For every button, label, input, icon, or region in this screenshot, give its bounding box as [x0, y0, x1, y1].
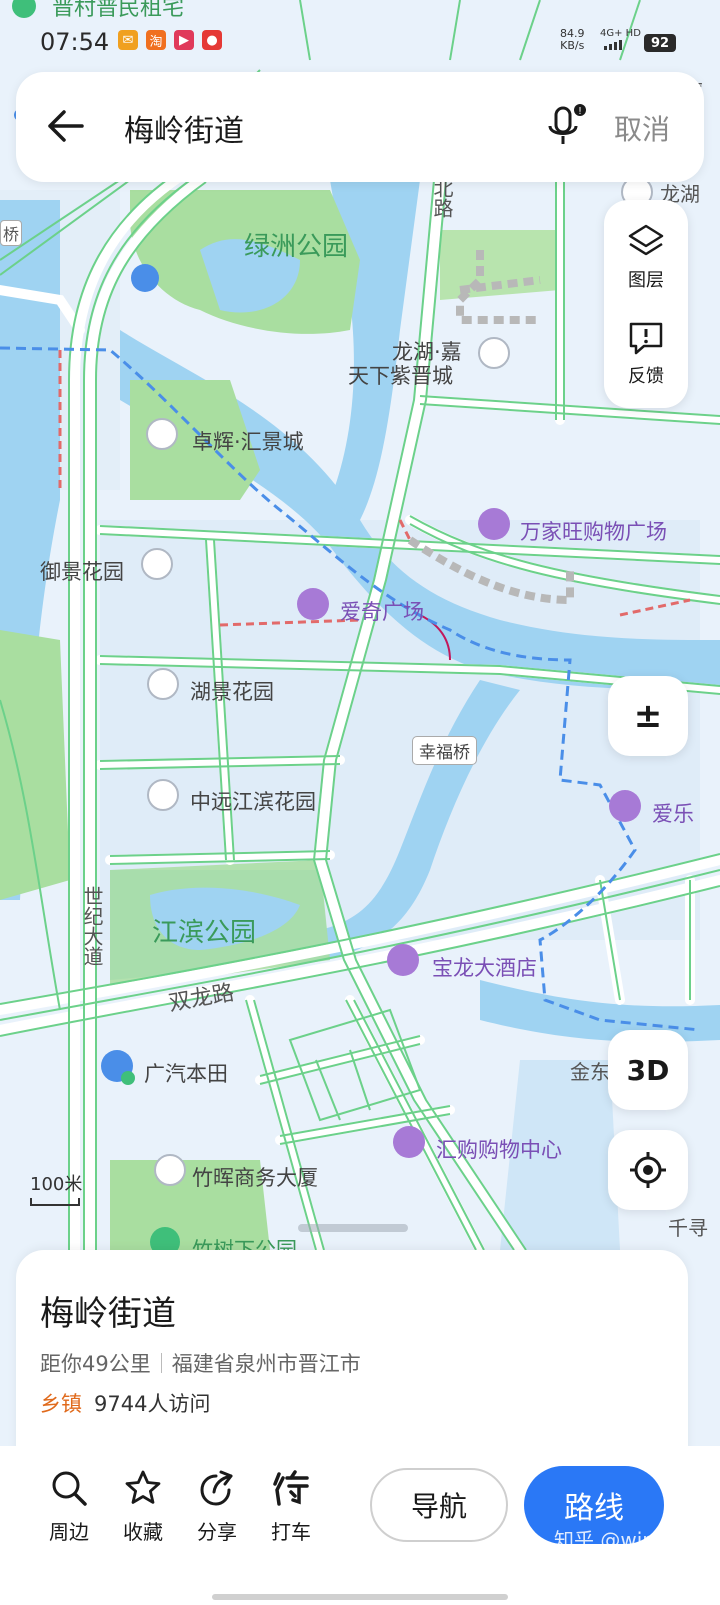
star-icon	[125, 1470, 161, 1504]
drag-handle[interactable]	[298, 1224, 408, 1232]
search-bar: 梅岭街道 ! 取消	[16, 72, 704, 182]
network-speed: 84.9 KB/s	[560, 27, 585, 52]
share-label: 分享	[197, 1520, 237, 1544]
feedback-label: 反馈	[628, 366, 664, 387]
back-arrow-icon[interactable]	[44, 104, 88, 148]
battery-icon: 92	[644, 34, 676, 52]
locate-button[interactable]	[608, 1130, 688, 1210]
status-time: 07:54	[40, 28, 110, 56]
map-scale: 100米	[30, 1170, 82, 1206]
view-3d-button[interactable]: 3D	[608, 1030, 688, 1110]
map-tools-panel: 图层 反馈	[604, 200, 688, 408]
locate-icon	[630, 1152, 666, 1188]
zoom-button[interactable]: ±	[608, 676, 688, 756]
cancel-button[interactable]: 取消	[614, 108, 670, 148]
status-app-icons: ✉ 淘 ▶ ●	[118, 30, 222, 50]
place-visits: 9744人访问	[94, 1392, 211, 1416]
poi-building-icons	[141, 176, 653, 1186]
layers-label: 图层	[628, 270, 664, 291]
zoom-icon: ±	[633, 696, 663, 736]
view-3d-label: 3D	[626, 1053, 670, 1087]
signal-bars-icon	[604, 40, 622, 50]
place-distance: 距你49公里	[40, 1352, 151, 1376]
taxi-button[interactable]: 打车	[256, 1468, 326, 1545]
app-notification-icon: ✉	[118, 30, 138, 50]
feedback-button[interactable]: 反馈	[604, 296, 688, 392]
video-app-icon: ▶	[174, 30, 194, 50]
search-query[interactable]: 梅岭街道	[124, 106, 244, 150]
pdd-app-icon: ●	[202, 30, 222, 50]
status-bar: 07:54 ✉ 淘 ▶ ● 84.9 KB/s 4G+ HD 92	[0, 0, 720, 70]
favorite-button[interactable]: 收藏	[108, 1468, 178, 1545]
meta-divider	[160, 1353, 162, 1373]
bottom-action-bar: 周边 收藏 分享 打车 导航 路线 知乎 @winter	[0, 1446, 720, 1605]
search-icon	[52, 1471, 87, 1506]
place-address: 福建省泉州市晋江市	[171, 1352, 361, 1376]
home-indicator[interactable]	[212, 1594, 508, 1600]
taxi-icon	[273, 1470, 309, 1506]
place-tags: 乡镇 9744人访问	[40, 1388, 210, 1418]
mic-icon[interactable]: !	[544, 102, 588, 152]
signal-type: 4G+ HD	[600, 28, 641, 39]
place-category: 乡镇	[40, 1392, 82, 1416]
nearby-button[interactable]: 周边	[34, 1468, 104, 1545]
svg-text:!: !	[578, 106, 582, 117]
share-button[interactable]: 分享	[182, 1468, 252, 1545]
layers-button[interactable]: 图层	[604, 200, 688, 296]
taxi-label: 打车	[271, 1520, 311, 1544]
place-card[interactable]: 梅岭街道 距你49公里 福建省泉州市晋江市 乡镇 9744人访问	[16, 1224, 688, 1460]
place-meta: 距你49公里 福建省泉州市晋江市	[40, 1348, 361, 1378]
taobao-icon: 淘	[146, 30, 166, 50]
nearby-label: 周边	[49, 1520, 89, 1544]
navigate-button[interactable]: 导航	[370, 1468, 508, 1542]
watermark: 知乎 @winter	[554, 1528, 684, 1552]
feedback-icon	[629, 322, 663, 355]
layers-icon	[628, 224, 664, 256]
place-title: 梅岭街道	[40, 1294, 176, 1334]
favorite-label: 收藏	[123, 1520, 163, 1544]
share-icon	[200, 1470, 233, 1506]
